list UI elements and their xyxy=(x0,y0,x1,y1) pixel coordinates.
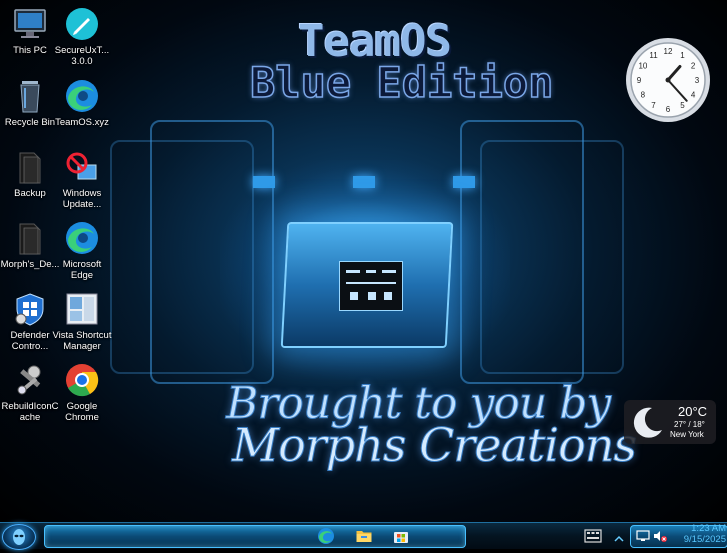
folder-icon xyxy=(12,220,48,256)
wallpaper-pin xyxy=(253,176,275,188)
desktop-icon-windows-update[interactable]: Windows Update... xyxy=(52,149,112,210)
wallpaper-credit-line2: Morphs Creations xyxy=(231,418,637,473)
weather-city: New York xyxy=(670,430,704,439)
network-icon xyxy=(636,530,650,541)
weather-temperature: 20°C xyxy=(678,404,708,419)
taskbar: 1:23 AM 9/15/2025 xyxy=(0,522,727,550)
recycle-bin-icon xyxy=(12,78,48,114)
wallpaper-pin xyxy=(453,176,475,188)
clock-number: 3 xyxy=(695,76,700,85)
taskbar-store-button[interactable] xyxy=(392,527,410,545)
moon-icon xyxy=(633,407,662,438)
weather-gadget[interactable]: 20°C 27° / 18° New York xyxy=(624,400,716,444)
clock-number: 12 xyxy=(664,47,673,56)
desktop-icon-label: TeamOS.xyz xyxy=(55,117,109,128)
desktop-icon-label: Morph's_De... xyxy=(0,259,60,270)
update-blocked-icon xyxy=(64,149,100,185)
desktop-icon-label: RebuildIconC ache xyxy=(1,401,59,423)
desktop-icon-label: Backup xyxy=(14,188,46,199)
folder-icon xyxy=(12,149,48,185)
tray-network-button[interactable] xyxy=(636,528,650,542)
desktop-icon-label: Microsoft Edge xyxy=(62,259,102,281)
pen-icon xyxy=(64,6,100,42)
desktop-icon-defender-control[interactable]: Defender Contro... xyxy=(0,291,60,352)
taskbar-date: 9/15/2025 xyxy=(683,534,726,545)
desktop-icon-label: SecureUxT... 3.0.0 xyxy=(54,45,110,67)
desktop: TeamOS Blue Edition Brought to you by Mo… xyxy=(0,0,727,522)
chrome-icon xyxy=(64,362,100,398)
desktop-icon-label: Google Chrome xyxy=(65,401,99,423)
desktop-icon-label: This PC xyxy=(13,45,47,56)
chevron-up-icon xyxy=(614,535,624,542)
clock-number: 7 xyxy=(651,101,656,110)
defender-icon xyxy=(12,291,48,327)
desktop-icon-label: Windows Update... xyxy=(62,188,102,210)
clock-gadget[interactable]: 12 1 2 3 4 5 6 7 8 9 10 11 xyxy=(624,36,712,124)
desktop-icon-vista-shortcut-manager[interactable]: Vista Shortcut Manager xyxy=(52,291,112,352)
wallpaper-pin xyxy=(353,176,375,188)
wallpaper-chip-core xyxy=(339,261,403,311)
desktop-icon-morphs-de[interactable]: Morph's_De... xyxy=(0,220,60,270)
clock-number: 8 xyxy=(641,91,646,100)
weather-high-low: 27° / 18° xyxy=(674,420,705,429)
desktop-icon-label: Vista Shortcut Manager xyxy=(52,330,112,352)
desktop-icon-rebuild-icon-cache[interactable]: RebuildIconC ache xyxy=(0,362,60,423)
clock-number: 1 xyxy=(680,51,685,60)
taskbar-overflow-button[interactable] xyxy=(614,529,624,542)
wallpaper-trace xyxy=(480,140,624,374)
volume-muted-icon xyxy=(654,531,667,542)
desktop-icon-teamos-xyz[interactable]: TeamOS.xyz xyxy=(52,78,112,128)
taskbar-clock[interactable]: 1:23 AM 9/15/2025 xyxy=(674,523,726,545)
edge-icon xyxy=(318,528,334,544)
wallpaper-trace xyxy=(110,140,254,374)
taskbar-edge-button[interactable] xyxy=(317,527,335,545)
clock-number: 4 xyxy=(691,91,696,100)
clock-number: 2 xyxy=(691,62,696,71)
edge-icon xyxy=(64,220,100,256)
taskbar-time: 1:23 AM xyxy=(691,523,726,534)
clock-number: 5 xyxy=(680,101,685,110)
desktop-icon-label: Recycle Bin xyxy=(4,117,56,128)
alien-logo-icon xyxy=(13,529,25,545)
monitor-icon xyxy=(12,6,48,42)
desktop-icon-recycle-bin[interactable]: Recycle Bin xyxy=(0,78,60,128)
taskbar-file-explorer-button[interactable] xyxy=(355,527,373,545)
taskbar-keyboard-button[interactable] xyxy=(584,528,602,546)
analog-clock-face: 12 12 3 456 78 9 1011 xyxy=(626,38,710,122)
desktop-icon-google-chrome[interactable]: Google Chrome xyxy=(52,362,112,423)
edge-icon xyxy=(64,78,100,114)
wallpaper-title-line2: Blue Edition xyxy=(249,57,554,108)
store-icon xyxy=(394,532,408,543)
keyboard-icon xyxy=(584,529,602,543)
desktop-icon-secureuxtheme[interactable]: SecureUxT... 3.0.0 xyxy=(52,6,112,67)
shortcut-manager-icon xyxy=(64,291,100,327)
desktop-icon-microsoft-edge[interactable]: Microsoft Edge xyxy=(52,220,112,281)
desktop-icon-label: Defender Contro... xyxy=(10,330,50,352)
clock-number: 11 xyxy=(649,51,658,60)
start-button[interactable] xyxy=(2,524,36,550)
clock-number: 10 xyxy=(638,62,647,71)
desktop-icon-backup[interactable]: Backup xyxy=(0,149,60,199)
clock-number: 6 xyxy=(666,105,671,114)
clock-number: 9 xyxy=(637,76,642,85)
file-explorer-icon xyxy=(356,531,372,542)
desktop-icon-this-pc[interactable]: This PC xyxy=(0,6,60,56)
tray-volume-button[interactable] xyxy=(653,528,667,542)
tools-icon xyxy=(12,362,48,398)
